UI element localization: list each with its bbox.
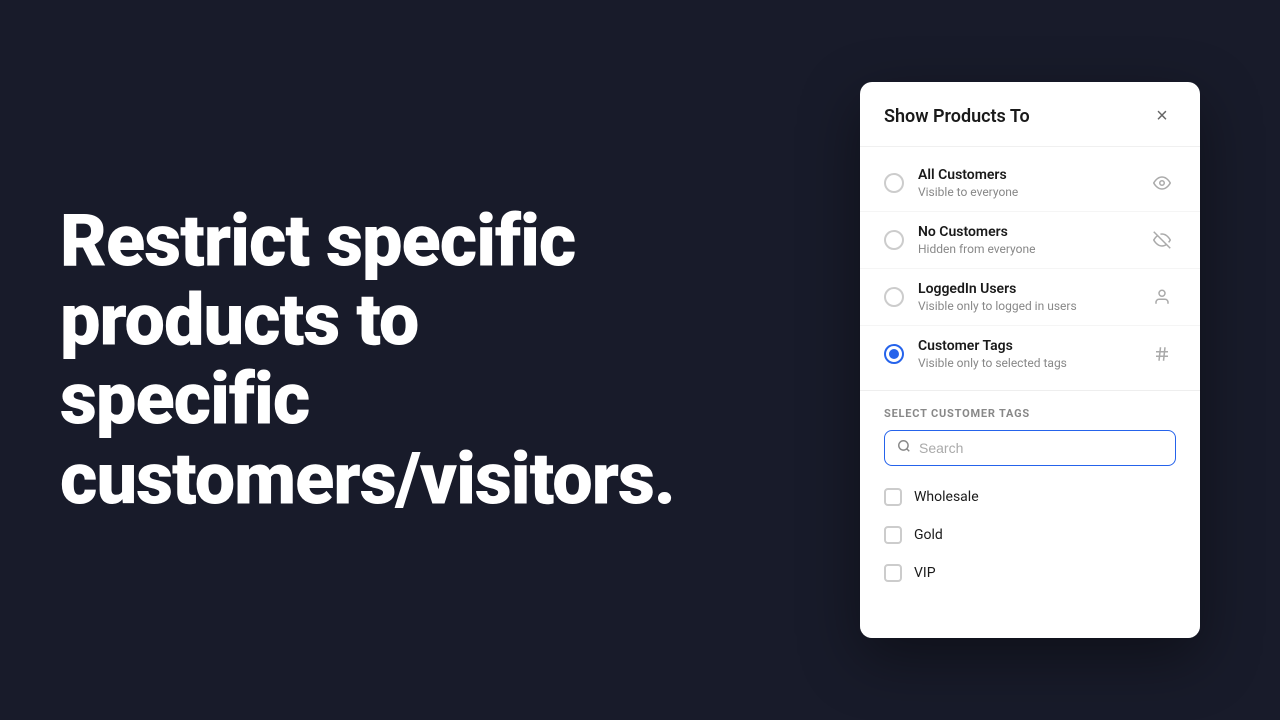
modal: Show Products To × All Customers Visible…	[860, 82, 1200, 638]
radio-no-customers	[884, 230, 904, 250]
search-box	[884, 430, 1176, 466]
checkbox-vip[interactable]	[884, 564, 902, 582]
hero-section: Restrict specific products to specific c…	[60, 202, 680, 519]
option-subtitle-loggedin-users: Visible only to logged in users	[918, 299, 1148, 313]
tags-section-label: SELECT CUSTOMER TAGS	[884, 407, 1176, 420]
option-title-loggedin-users: LoggedIn Users	[918, 281, 1148, 297]
hero-title: Restrict specific products to specific c…	[60, 202, 680, 519]
tag-item-wholesale[interactable]: Wholesale	[884, 478, 1176, 516]
search-icon	[897, 439, 911, 457]
option-text-customer-tags: Customer Tags Visible only to selected t…	[918, 338, 1148, 370]
radio-all-customers	[884, 173, 904, 193]
radio-customer-tags	[884, 344, 904, 364]
option-text-all-customers: All Customers Visible to everyone	[918, 167, 1148, 199]
option-customer-tags[interactable]: Customer Tags Visible only to selected t…	[860, 326, 1200, 382]
hash-icon	[1148, 340, 1176, 368]
close-button[interactable]: ×	[1148, 102, 1176, 130]
search-input[interactable]	[919, 440, 1163, 456]
option-subtitle-no-customers: Hidden from everyone	[918, 242, 1148, 256]
checkbox-gold[interactable]	[884, 526, 902, 544]
tag-name-wholesale: Wholesale	[914, 489, 979, 505]
modal-header: Show Products To ×	[860, 82, 1200, 147]
checkbox-wholesale[interactable]	[884, 488, 902, 506]
modal-body: All Customers Visible to everyone No Cus…	[860, 147, 1200, 390]
option-title-no-customers: No Customers	[918, 224, 1148, 240]
tags-section: SELECT CUSTOMER TAGS	[860, 391, 1200, 466]
option-loggedin-users[interactable]: LoggedIn Users Visible only to logged in…	[860, 269, 1200, 326]
option-title-customer-tags: Customer Tags	[918, 338, 1148, 354]
hidden-icon	[1148, 226, 1176, 254]
tag-name-gold: Gold	[914, 527, 943, 543]
modal-overlay: Show Products To × All Customers Visible…	[860, 82, 1200, 638]
tag-item-vip[interactable]: VIP	[884, 554, 1176, 592]
tag-name-vip: VIP	[914, 565, 936, 581]
bottom-fade	[860, 608, 1200, 638]
tag-list: Wholesale Gold VIP	[860, 478, 1200, 608]
option-no-customers[interactable]: No Customers Hidden from everyone	[860, 212, 1200, 269]
modal-title: Show Products To	[884, 106, 1030, 127]
option-text-no-customers: No Customers Hidden from everyone	[918, 224, 1148, 256]
option-subtitle-all-customers: Visible to everyone	[918, 185, 1148, 199]
tag-item-gold[interactable]: Gold	[884, 516, 1176, 554]
option-all-customers[interactable]: All Customers Visible to everyone	[860, 155, 1200, 212]
option-subtitle-customer-tags: Visible only to selected tags	[918, 356, 1148, 370]
user-icon	[1148, 283, 1176, 311]
eye-icon	[1148, 169, 1176, 197]
radio-loggedin-users	[884, 287, 904, 307]
option-text-loggedin-users: LoggedIn Users Visible only to logged in…	[918, 281, 1148, 313]
option-title-all-customers: All Customers	[918, 167, 1148, 183]
